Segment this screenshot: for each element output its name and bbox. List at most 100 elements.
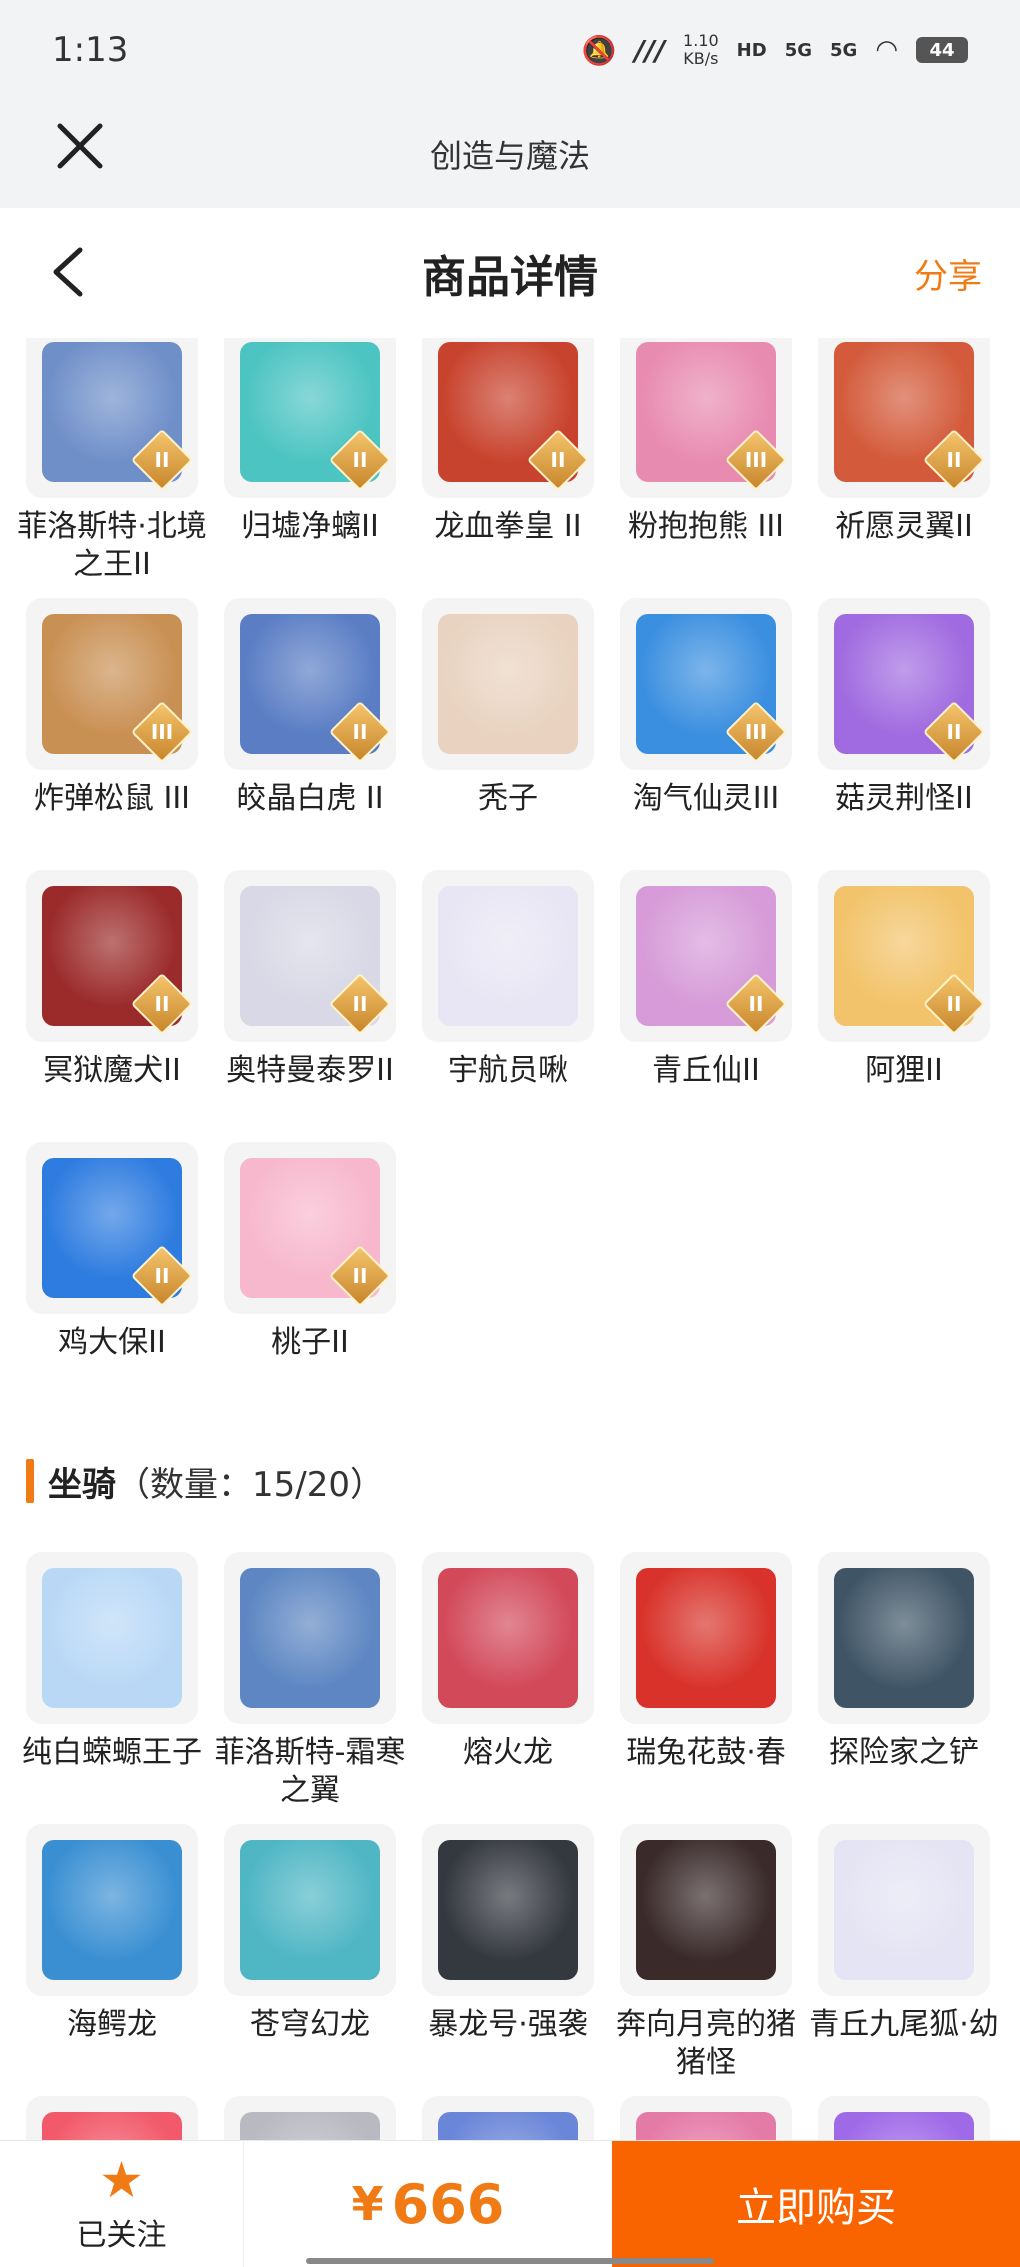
mount-thumbnail[interactable] [818, 1552, 990, 1724]
mount-thumbnail[interactable] [26, 2096, 198, 2140]
mount-image [438, 1568, 578, 1708]
wifi-icon: ◠ [875, 35, 898, 65]
mount-item[interactable]: 瑞兔花鼓·春 [620, 1552, 792, 1824]
pet-item[interactable]: 宇航员啾 [422, 870, 594, 1142]
tier-badge-label: II [154, 1264, 170, 1288]
mount-thumbnail[interactable] [422, 1552, 594, 1724]
mount-thumbnail[interactable] [26, 1552, 198, 1724]
hd-icon: HD [736, 39, 767, 61]
pet-item[interactable]: II 奥特曼泰罗II [224, 870, 396, 1142]
pet-item[interactable]: III 炸弹松鼠 III [26, 598, 198, 870]
mount-thumbnail[interactable] [224, 1824, 396, 1996]
mount-image [240, 1568, 380, 1708]
mount-image [42, 1840, 182, 1980]
mount-image [834, 1840, 974, 1980]
tier-badge-label: III [744, 448, 768, 472]
pet-thumbnail[interactable] [422, 598, 594, 770]
pet-item[interactable]: II 鸡大保II [26, 1142, 198, 1414]
pet-thumbnail[interactable]: III [620, 598, 792, 770]
mount-image [636, 1568, 776, 1708]
mount-item[interactable] [620, 2096, 792, 2140]
pet-name: 鸡大保II [58, 1325, 166, 1360]
mount-item[interactable]: 纯白蝾螈王子 [22, 1552, 202, 1824]
mount-thumbnail[interactable] [224, 1552, 396, 1724]
tier-badge-label: II [352, 448, 368, 472]
mount-name: 苍穹幻龙 [250, 2007, 370, 2042]
pet-thumbnail[interactable]: II [26, 870, 198, 1042]
tier-badge-label: II [748, 992, 764, 1016]
pet-item[interactable]: II 归墟净螭II [224, 338, 396, 598]
page-header: 商品详情 分享 [0, 208, 1020, 338]
pet-item[interactable]: II 阿狸II [818, 870, 990, 1142]
mount-item[interactable]: 菲洛斯特-霜寒之翼 [215, 1552, 405, 1824]
pet-thumbnail[interactable] [422, 870, 594, 1042]
page-title: 商品详情 [422, 252, 598, 303]
nfc-icon: /// [634, 33, 666, 67]
pet-thumbnail[interactable]: II [224, 598, 396, 770]
price-value: 666 [391, 2172, 505, 2236]
mute-icon: 🔕 [581, 33, 617, 67]
pet-thumbnail[interactable]: III [26, 598, 198, 770]
pet-thumbnail[interactable]: III [620, 338, 792, 498]
tier-badge-label: II [946, 720, 962, 744]
mount-item[interactable] [818, 2096, 990, 2140]
mount-thumbnail[interactable] [422, 2096, 594, 2140]
home-indicator[interactable] [306, 2258, 714, 2264]
mount-image [834, 1568, 974, 1708]
pet-name: 冥狱魔犬II [43, 1053, 181, 1088]
mount-thumbnail[interactable] [818, 2096, 990, 2140]
pet-thumbnail[interactable]: II [818, 870, 990, 1042]
mount-section-header: 坐骑 （数量：15/20） [0, 1444, 1020, 1518]
follow-button[interactable]: ★ 已关注 [0, 2141, 244, 2267]
pet-thumbnail[interactable]: II [620, 870, 792, 1042]
signal-icon-1: 5G [784, 39, 812, 61]
pet-item[interactable]: 秃子 [422, 598, 594, 870]
mount-item[interactable]: 熔火龙 [422, 1552, 594, 1824]
mount-name: 探险家之铲 [829, 1735, 979, 1770]
share-button[interactable]: 分享 [914, 249, 982, 298]
pet-item[interactable]: II 青丘仙II [620, 870, 792, 1142]
mount-item[interactable] [422, 2096, 594, 2140]
mount-item[interactable]: 奔向月亮的猪猪怪 [616, 1824, 796, 2096]
mount-image [240, 2112, 380, 2140]
product-detail-content[interactable]: II 菲洛斯特·北境之王II II 归墟净螭II II 龙血拳皇 II III 粉抱抱熊 II… [0, 338, 1020, 2140]
mount-item[interactable]: 海鳄龙 [26, 1824, 198, 2096]
pet-thumbnail[interactable]: II [224, 1142, 396, 1314]
pet-thumbnail[interactable]: II [26, 338, 198, 498]
mount-thumbnail[interactable] [224, 2096, 396, 2140]
mount-thumbnail[interactable] [422, 1824, 594, 1996]
back-icon[interactable] [44, 244, 94, 300]
pet-item[interactable]: II 桃子II [224, 1142, 396, 1414]
pet-item[interactable]: III 淘气仙灵III [620, 598, 792, 870]
mount-thumbnail[interactable] [26, 1824, 198, 1996]
mount-thumbnail[interactable] [620, 1552, 792, 1724]
mount-item[interactable] [26, 2096, 198, 2140]
pet-image [438, 886, 578, 1026]
pet-item[interactable]: II 菇灵荆怪II [818, 598, 990, 870]
pet-item[interactable]: II 皎晶白虎 II [224, 598, 396, 870]
mount-item[interactable]: 青丘九尾狐·幼 [809, 1824, 999, 2096]
pet-item[interactable]: II 龙血拳皇 II [422, 338, 594, 598]
pet-thumbnail[interactable]: II [422, 338, 594, 498]
mount-thumbnail[interactable] [620, 2096, 792, 2140]
pet-thumbnail[interactable]: II [224, 338, 396, 498]
mount-item[interactable]: 暴龙号·强袭 [422, 1824, 594, 2096]
buy-now-button[interactable]: 立即购买 [612, 2141, 1020, 2267]
pet-item[interactable]: III 粉抱抱熊 III [620, 338, 792, 598]
battery-icon: 44 [916, 37, 968, 63]
pet-item[interactable]: II 冥狱魔犬II [26, 870, 198, 1142]
pet-thumbnail[interactable]: II [818, 338, 990, 498]
mount-item[interactable] [224, 2096, 396, 2140]
mount-item[interactable]: 探险家之铲 [818, 1552, 990, 1824]
pet-thumbnail[interactable]: II [224, 870, 396, 1042]
mount-thumbnail[interactable] [620, 1824, 792, 1996]
pet-item[interactable]: II 菲洛斯特·北境之王II [17, 338, 207, 598]
pet-thumbnail[interactable]: II [26, 1142, 198, 1314]
mount-item[interactable]: 苍穹幻龙 [224, 1824, 396, 2096]
mount-thumbnail[interactable] [818, 1824, 990, 1996]
tier-badge-label: II [550, 448, 566, 472]
pet-name: 桃子II [271, 1325, 349, 1360]
close-icon[interactable] [52, 118, 108, 174]
pet-thumbnail[interactable]: II [818, 598, 990, 770]
pet-item[interactable]: II 祈愿灵翼II [818, 338, 990, 598]
